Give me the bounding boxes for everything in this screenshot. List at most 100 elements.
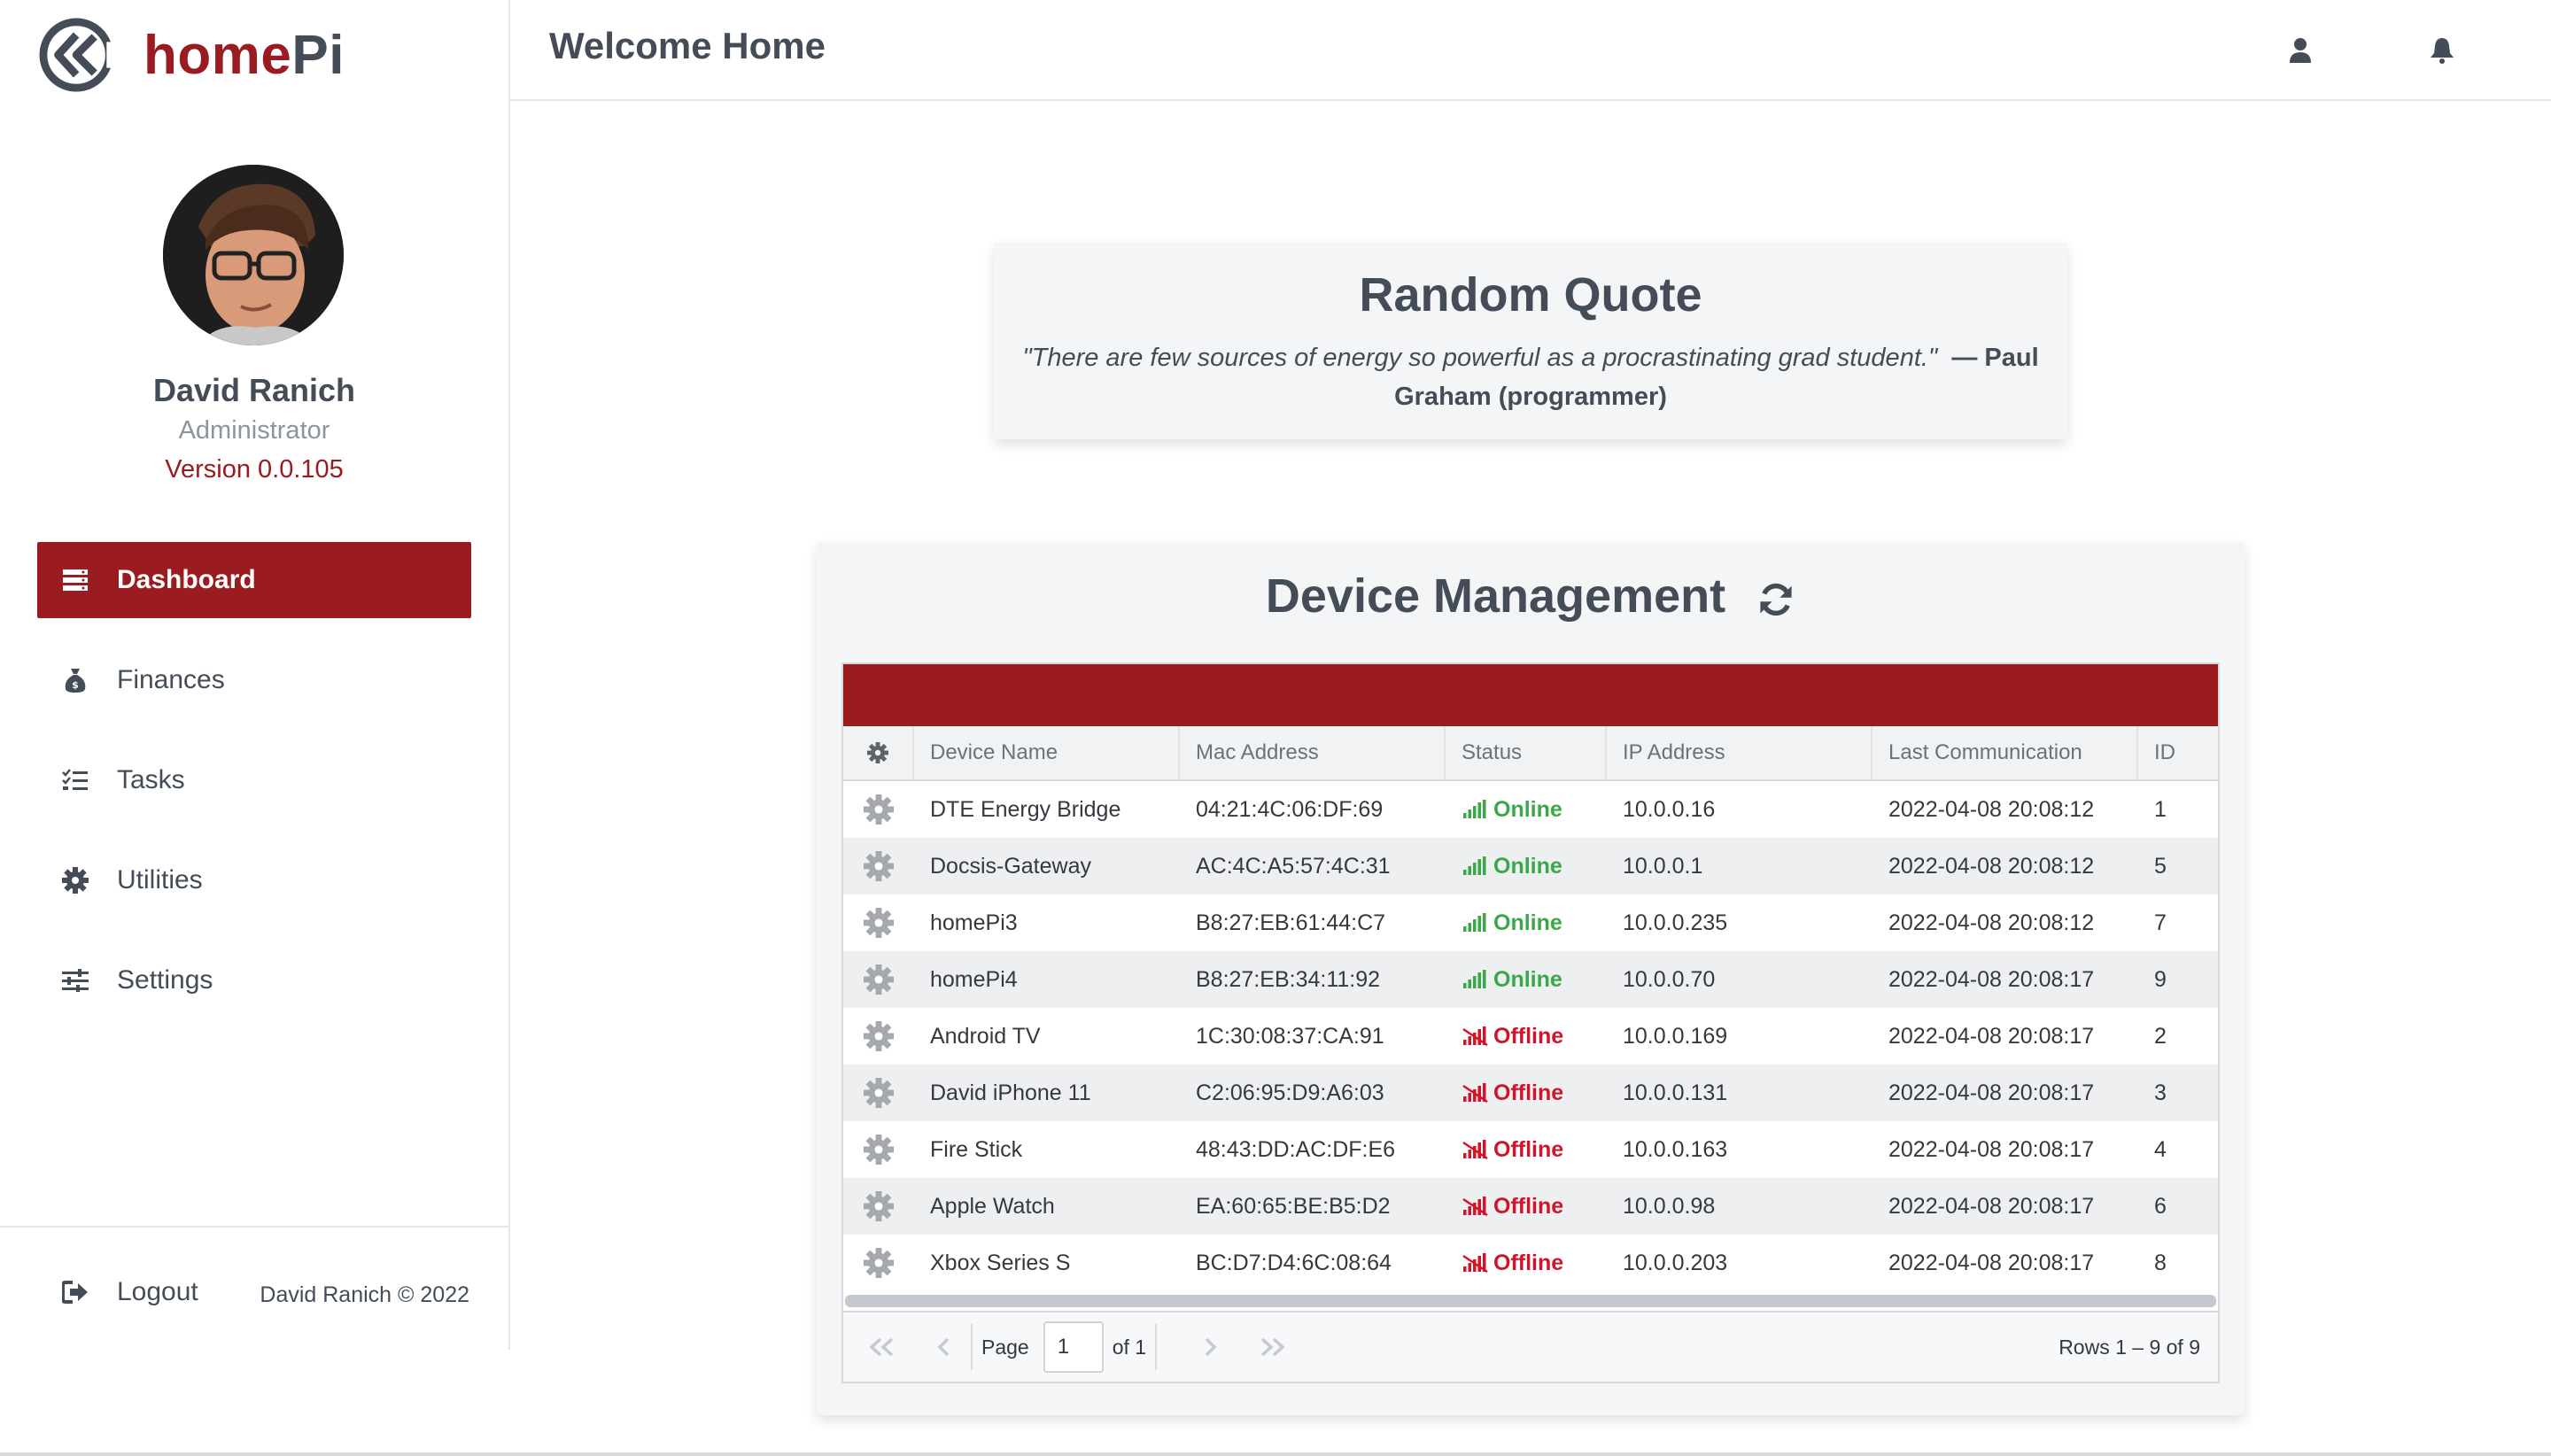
table-row[interactable]: Android TV 1C:30:08:37:CA:91 Offline 10.… — [843, 1008, 2218, 1065]
table-row[interactable]: homePi3 B8:27:EB:61:44:C7 Online 10.0.0.… — [843, 895, 2218, 951]
sidebar-item-dashboard[interactable]: Dashboard — [37, 542, 471, 618]
row-settings-button[interactable] — [843, 838, 914, 895]
brand-name: homePi — [143, 24, 345, 86]
signal-off-icon — [1462, 1140, 1488, 1159]
sidebar-item-utilities[interactable]: Utilities — [37, 842, 471, 918]
brand[interactable]: homePi — [37, 16, 345, 94]
column-settings-button[interactable] — [843, 726, 914, 779]
cell-ip-address: 10.0.0.169 — [1623, 1023, 1728, 1049]
row-settings-button[interactable] — [843, 1121, 914, 1178]
row-settings-button[interactable] — [843, 1235, 914, 1291]
chevron-left-icon — [937, 1337, 950, 1357]
gear-icon — [864, 1021, 894, 1051]
signal-off-icon — [1462, 1197, 1488, 1216]
status-badge: Online — [1462, 854, 1562, 879]
cell-device-name: homePi3 — [930, 910, 1018, 935]
cell-status: Offline — [1446, 1121, 1607, 1178]
cell-ip-address: 10.0.0.203 — [1623, 1250, 1728, 1275]
column-header-id[interactable]: ID — [2138, 726, 2218, 779]
refresh-icon[interactable] — [1756, 580, 1795, 619]
table-row[interactable]: Fire Stick 48:43:DD:AC:DF:E6 Offline 10.… — [843, 1121, 2218, 1178]
cell-last-communication: 2022-04-08 20:08:17 — [1888, 1136, 2095, 1162]
column-header-mac-address[interactable]: Mac Address — [1180, 726, 1446, 779]
bell-icon — [2431, 38, 2454, 64]
first-page-button[interactable] — [865, 1329, 900, 1365]
signal-off-icon — [1462, 1253, 1488, 1273]
cell-mac-address: 48:43:DD:AC:DF:E6 — [1196, 1136, 1396, 1162]
cell-status: Online — [1446, 951, 1607, 1008]
pager-separator — [1155, 1324, 1158, 1370]
signal-strength-icon — [1463, 800, 1486, 818]
logout-button[interactable]: Logout — [60, 1277, 198, 1307]
page-number-input[interactable] — [1043, 1321, 1104, 1373]
chevron-right-icon — [1205, 1337, 1217, 1357]
table-row[interactable]: homePi4 B8:27:EB:34:11:92 Online 10.0.0.… — [843, 951, 2218, 1008]
status-badge: Online — [1462, 967, 1562, 993]
gear-icon — [864, 964, 894, 995]
cell-last-communication: 2022-04-08 20:08:17 — [1888, 1193, 2095, 1219]
sidebar-item-tasks[interactable]: Tasks — [37, 742, 471, 818]
cell-status: Online — [1446, 895, 1607, 951]
cell-device-name: Apple Watch — [930, 1193, 1055, 1219]
status-badge: Offline — [1462, 1251, 1563, 1276]
row-settings-button[interactable] — [843, 781, 914, 838]
next-page-button[interactable] — [1192, 1329, 1228, 1365]
user-account-button[interactable] — [2276, 27, 2324, 74]
row-settings-button[interactable] — [843, 951, 914, 1008]
rows-info: Rows 1 – 9 of 9 — [2059, 1335, 2200, 1359]
column-header-ip-address[interactable]: IP Address — [1607, 726, 1873, 779]
table-row[interactable]: Apple Watch EA:60:65:BE:B5:D2 Offline 10… — [843, 1178, 2218, 1235]
cell-last-communication: 2022-04-08 20:08:12 — [1888, 910, 2095, 935]
cell-mac-address: B8:27:EB:61:44:C7 — [1196, 910, 1386, 935]
signal-off-icon — [1462, 1083, 1488, 1103]
column-header-status[interactable]: Status — [1446, 726, 1607, 779]
table-toolbar — [843, 664, 2218, 726]
sidebar-item-label: Dashboard — [117, 565, 256, 594]
column-header-device-name[interactable]: Device Name — [914, 726, 1180, 779]
quote-body: "There are few sources of energy so powe… — [1020, 338, 2041, 416]
cell-status: Online — [1446, 838, 1607, 895]
status-badge: Offline — [1462, 1137, 1563, 1163]
status-text: Offline — [1493, 1193, 1564, 1219]
column-header-last-communication[interactable]: Last Communication — [1873, 726, 2138, 779]
pagination-bar: Page of 1 Rows 1 – 9 of 9 — [843, 1311, 2218, 1382]
last-page-button[interactable] — [1254, 1329, 1290, 1365]
device-table: Device Name Mac Address Status IP Addres… — [841, 662, 2220, 1383]
device-management-heading: Device Management — [1265, 569, 1726, 623]
signal-strength-icon — [1463, 970, 1486, 988]
profile-role: Administrator — [178, 416, 330, 445]
sidebar-item-settings[interactable]: Settings — [37, 942, 471, 1018]
table-row[interactable]: Docsis-Gateway AC:4C:A5:57:4C:31 Online … — [843, 838, 2218, 895]
cell-ip-address: 10.0.0.1 — [1623, 853, 1703, 879]
cell-status: Offline — [1446, 1008, 1607, 1065]
device-management-title: Device Management — [817, 569, 2245, 623]
sidebar-item-finances[interactable]: $ Finances — [37, 642, 471, 718]
cell-id: 5 — [2154, 853, 2167, 879]
horizontal-scrollbar[interactable] — [845, 1295, 2216, 1307]
row-settings-button[interactable] — [843, 1178, 914, 1235]
gear-icon — [60, 865, 90, 895]
cell-id: 8 — [2154, 1250, 2167, 1275]
cell-id: 3 — [2154, 1080, 2167, 1105]
table-row[interactable]: DTE Energy Bridge 04:21:4C:06:DF:69 Onli… — [843, 781, 2218, 838]
row-settings-button[interactable] — [843, 895, 914, 951]
logout-label: Logout — [117, 1277, 198, 1306]
row-settings-button[interactable] — [843, 1008, 914, 1065]
avatar-image — [163, 165, 344, 345]
status-badge: Offline — [1462, 1024, 1563, 1049]
row-settings-button[interactable] — [843, 1065, 914, 1121]
cell-ip-address: 10.0.0.98 — [1623, 1193, 1716, 1219]
status-text: Offline — [1493, 1080, 1564, 1105]
cell-mac-address: AC:4C:A5:57:4C:31 — [1196, 853, 1391, 879]
gear-icon — [867, 742, 888, 763]
notifications-button[interactable] — [2418, 27, 2466, 74]
sidebar-footer: Logout David Ranich © 2022 — [0, 1226, 508, 1350]
cell-device-name: Fire Stick — [930, 1136, 1023, 1162]
previous-page-button[interactable] — [927, 1329, 962, 1365]
cell-mac-address: EA:60:65:BE:B5:D2 — [1196, 1193, 1391, 1219]
avatar[interactable] — [163, 165, 344, 345]
table-row[interactable]: Xbox Series S BC:D7:D4:6C:08:64 Offline … — [843, 1235, 2218, 1291]
double-chevron-left-icon — [869, 1337, 894, 1357]
gear-icon — [864, 1191, 894, 1221]
table-row[interactable]: David iPhone 11 C2:06:95:D9:A6:03 Offlin… — [843, 1065, 2218, 1121]
